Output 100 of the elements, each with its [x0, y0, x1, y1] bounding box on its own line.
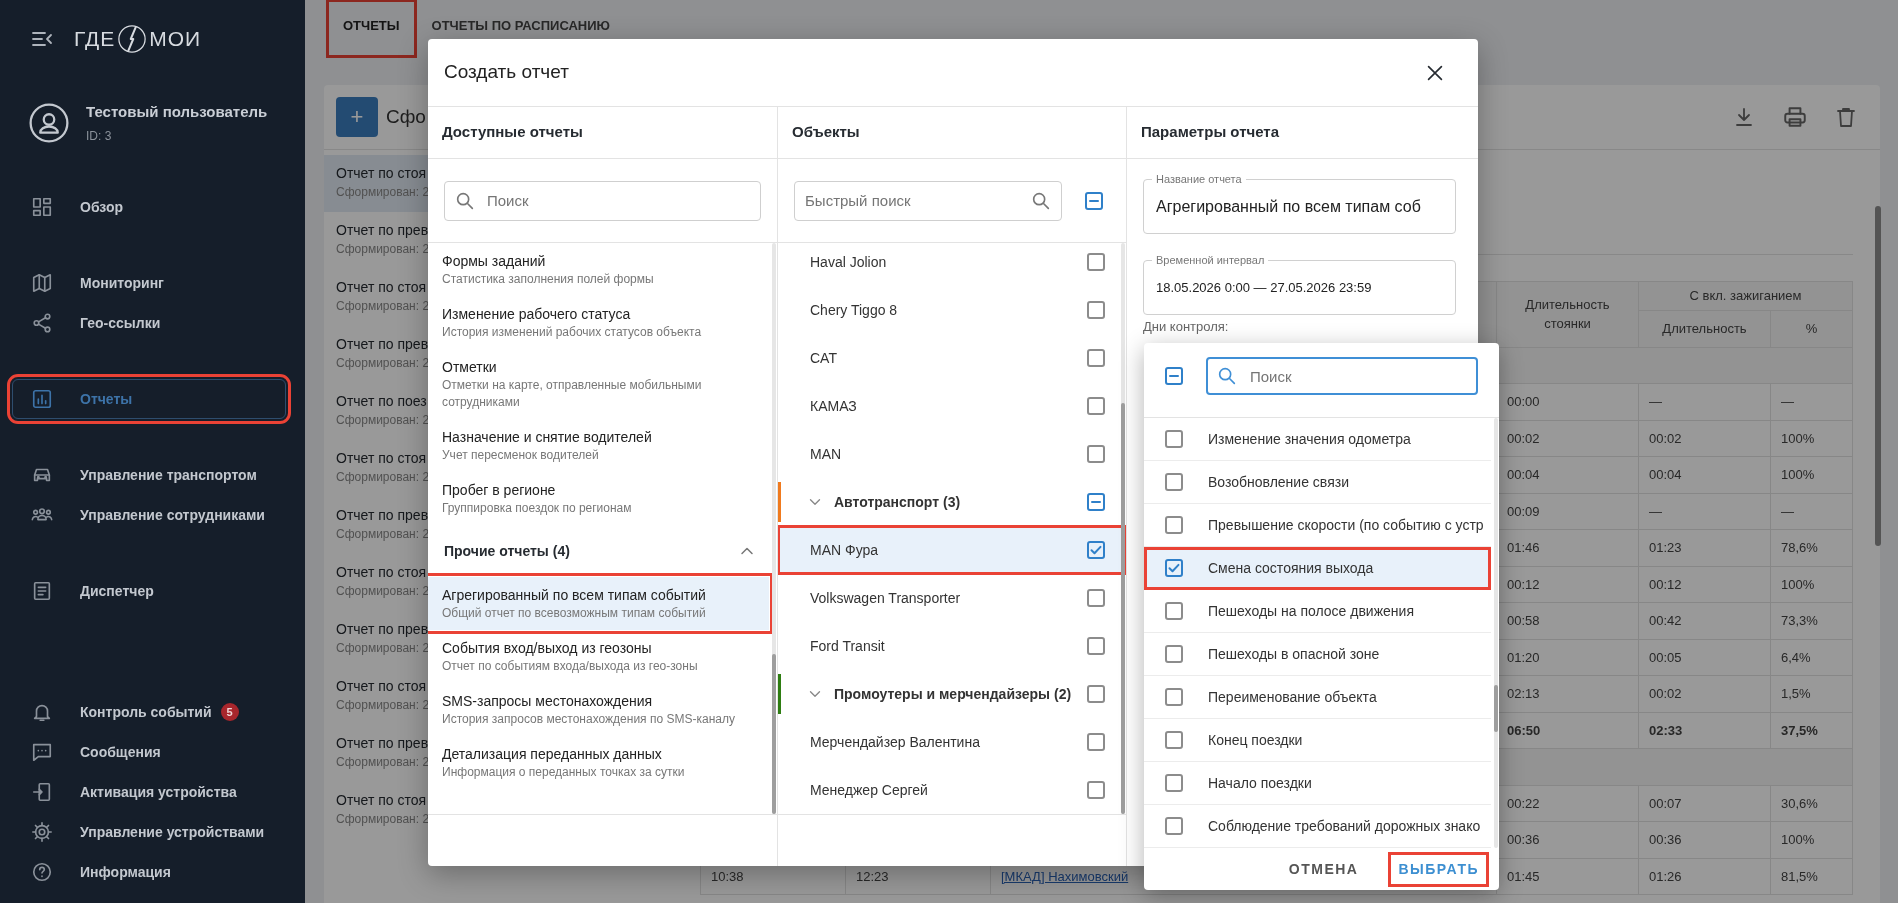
scrollbar-thumb[interactable] — [1494, 684, 1498, 732]
table-cell: 100% — [1770, 456, 1853, 493]
checkbox[interactable] — [1086, 780, 1106, 800]
checkbox[interactable] — [1164, 515, 1184, 535]
object-group-row[interactable]: Автотранспорт (3) — [778, 478, 1126, 526]
nav-item[interactable]: Управление транспортом — [12, 455, 286, 495]
scrollbar-thumb[interactable] — [1121, 402, 1125, 814]
object-row[interactable]: Ford Transit — [778, 622, 1126, 670]
checkbox[interactable] — [1164, 366, 1184, 386]
avatar-icon — [28, 102, 70, 144]
cancel-button[interactable]: ОТМЕНА — [1282, 855, 1365, 883]
checkbox[interactable] — [1086, 588, 1106, 608]
table-cell: 02:33 — [1638, 712, 1771, 749]
search-field[interactable]: Поиск — [444, 180, 761, 221]
group-header[interactable]: Прочие отчеты (4) — [428, 525, 777, 577]
report-option[interactable]: События вход/выход из геозоны Отчет по событиям входа/выхода из гео-зоны — [428, 630, 769, 683]
checkbox[interactable] — [1164, 773, 1184, 793]
checkbox[interactable] — [1084, 190, 1104, 211]
checkbox[interactable] — [1086, 684, 1106, 704]
object-row[interactable]: Chery Tiggo 8 — [778, 286, 1126, 334]
report-option[interactable]: Пробег в регионе Группировка поездок по регионам — [428, 472, 769, 525]
table-cell: 30,6% — [1770, 785, 1853, 822]
checkbox[interactable] — [1164, 644, 1184, 664]
nav-item[interactable]: Обзор — [12, 187, 286, 227]
nav-item[interactable]: Активация устройства — [12, 772, 286, 812]
search-field[interactable]: Поиск — [1206, 357, 1478, 395]
event-option[interactable]: Конец поездки — [1144, 719, 1491, 762]
table-cell: — — [1770, 383, 1853, 420]
checkbox[interactable] — [1164, 816, 1184, 836]
checkbox[interactable] — [1164, 730, 1184, 750]
nav-item[interactable]: Гео-ссылки — [12, 303, 286, 343]
event-option[interactable]: Соблюдение требований дорожных знако — [1144, 805, 1491, 848]
object-row[interactable]: Менеджер Сергей — [778, 766, 1126, 814]
checkbox[interactable] — [1164, 472, 1184, 492]
checkbox[interactable] — [1086, 300, 1106, 320]
report-option[interactable]: Детализация переданных данных Информация о переданных точках за сутки — [428, 736, 769, 789]
map-icon — [31, 272, 53, 294]
search-field[interactable]: Быстрый поиск — [794, 180, 1062, 221]
nav-item[interactable]: Мониторинг — [12, 263, 286, 303]
checkbox[interactable] — [1086, 444, 1106, 464]
checkbox[interactable] — [1164, 429, 1184, 449]
settings-icon — [31, 821, 53, 843]
object-row[interactable]: Haval Jolion — [778, 243, 1126, 286]
page-title: Сфо — [386, 104, 426, 129]
object-row[interactable]: MAN — [778, 430, 1126, 478]
nav-item[interactable]: Информация — [12, 852, 286, 892]
event-option[interactable]: Смена состояния выхода — [1144, 547, 1491, 590]
checkbox[interactable] — [1086, 540, 1106, 560]
table-cell: 00:02 — [1638, 420, 1771, 457]
event-option[interactable]: Пешеходы в опасной зоне — [1144, 633, 1491, 676]
table-cell: 00:05 — [1638, 639, 1771, 676]
report-option[interactable]: Отметки Отметки на карте, отправленные мобильными сотрудниками — [428, 349, 769, 419]
table-cell: 01:26 — [1638, 858, 1771, 895]
column-header: С вкл. зажиганием — [1638, 281, 1853, 311]
table-cell: 37,5% — [1770, 712, 1853, 749]
report-option[interactable]: Назначение и снятие водителей Учет пересменок водителей — [428, 419, 769, 472]
checkbox[interactable] — [1164, 558, 1184, 578]
column-heading: Доступные отчеты — [442, 122, 583, 143]
nav-item[interactable]: Управление сотрудниками — [12, 495, 286, 535]
table-cell: — — [1770, 493, 1853, 530]
event-option[interactable]: Возобновление связи — [1144, 461, 1491, 504]
checkbox[interactable] — [1164, 601, 1184, 621]
event-option[interactable]: Переименование объекта — [1144, 676, 1491, 719]
scrollbar-thumb[interactable] — [772, 654, 776, 814]
checkbox[interactable] — [1086, 348, 1106, 368]
trash-icon[interactable] — [1834, 105, 1858, 129]
table-cell: 1,5% — [1770, 675, 1853, 712]
object-group-row[interactable]: Промоутеры и мерчендайзеры (2) — [778, 670, 1126, 718]
nav-item[interactable]: Диспетчер — [12, 571, 286, 611]
print-icon[interactable] — [1782, 104, 1808, 130]
checkbox[interactable] — [1164, 687, 1184, 707]
checkbox[interactable] — [1086, 636, 1106, 656]
object-row[interactable]: Volkswagen Transporter — [778, 574, 1126, 622]
address-link[interactable]: [МКАД] Нахимовский — [1001, 868, 1129, 884]
event-option[interactable]: Пешеходы на полосе движения — [1144, 590, 1491, 633]
nav-item[interactable]: Управление устройствами — [12, 812, 286, 852]
nav-item[interactable]: Контроль событий 5 — [12, 692, 286, 732]
checkbox[interactable] — [1086, 252, 1106, 272]
event-option[interactable]: Изменение значения одометра — [1144, 418, 1491, 461]
report-option[interactable]: Формы заданий Статистика заполнения полей формы — [428, 243, 769, 296]
column-heading: Объекты — [792, 122, 860, 143]
nav-item[interactable]: Сообщения — [12, 732, 286, 772]
report-option[interactable]: Изменение рабочего статуса История изменений рабочих статусов объекта — [428, 296, 769, 349]
checkbox[interactable] — [1086, 492, 1106, 512]
compass-icon — [117, 24, 148, 54]
help-icon — [31, 861, 53, 883]
checkbox[interactable] — [1086, 732, 1106, 752]
field-label: Дни контроля: — [1143, 319, 1230, 335]
object-row[interactable]: Мерчендайзер Валентина — [778, 718, 1126, 766]
tab[interactable]: ОТЧЕТЫ — [327, 0, 416, 57]
report-option[interactable]: SMS-запросы местонахождения История запросов местонахождения по SMS-каналу — [428, 683, 769, 736]
object-row[interactable]: MAN Фура — [778, 526, 1126, 574]
event-option[interactable]: Начало поездки — [1144, 762, 1491, 805]
table-cell: 00:04 — [1638, 456, 1771, 493]
checkbox[interactable] — [1086, 396, 1106, 416]
scrollbar-thumb[interactable] — [1875, 206, 1881, 546]
object-row[interactable]: КАМАЗ — [778, 382, 1126, 430]
object-row[interactable]: CAT — [778, 334, 1126, 382]
table-cell: 00:36 — [1638, 821, 1771, 858]
share-icon — [31, 312, 53, 334]
